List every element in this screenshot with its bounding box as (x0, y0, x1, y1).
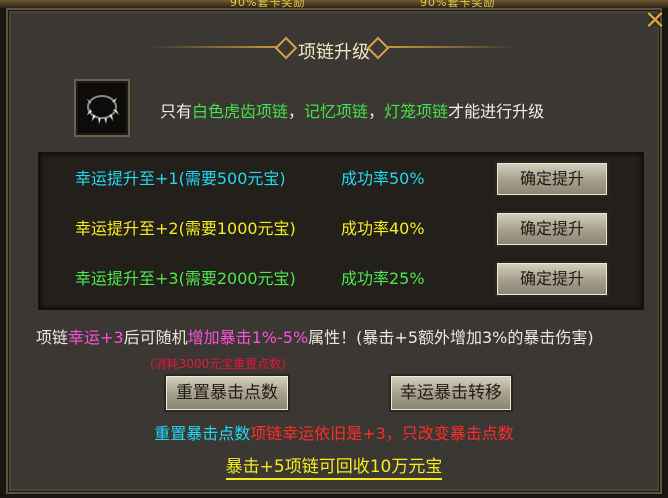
reset-cost-hint: (消耗3000元宝重置点数) (150, 357, 286, 371)
item-slot[interactable] (74, 79, 130, 137)
description-text: 只有白色虎齿项链，记忆项链，灯笼项链才能进行升级 (160, 102, 545, 121)
confirm-upgrade-button[interactable]: 确定提升 (495, 261, 609, 297)
success-rate: 成功率40% (341, 219, 425, 238)
upgrade-options-table: 幸运提升至+1(需要500元宝) 成功率50% 确定提升 幸运提升至+2(需要1… (38, 152, 644, 310)
upgrade-row: 幸运提升至+3(需要2000元宝) 成功率25% 确定提升 (39, 253, 643, 299)
upgrade-label: 幸运提升至+3(需要2000元宝) (75, 269, 296, 288)
reset-crit-points-button[interactable]: 重置暴击点数 (164, 374, 290, 412)
item-name: 记忆项链 (304, 102, 369, 121)
success-rate: 成功率50% (341, 169, 425, 188)
upgrade-row: 幸运提升至+1(需要500元宝) 成功率50% 确定提升 (39, 153, 643, 199)
recycle-link[interactable]: 暴击+5项链可回收10万元宝 (225, 457, 443, 480)
top-strip: 90%套卡奖励 90%套卡奖励 (0, 0, 668, 9)
item-name: 灯笼项链 (384, 102, 449, 121)
upgrade-label: 幸运提升至+1(需要500元宝) (75, 169, 286, 188)
upgrade-row: 幸运提升至+2(需要1000元宝) 成功率40% 确定提升 (39, 203, 643, 249)
crit-info-text: 项链幸运+3后可随机增加暴击1%-5%属性！(暴击+5额外增加3%的暴击伤害) (36, 328, 594, 347)
confirm-upgrade-button[interactable]: 确定提升 (495, 161, 609, 197)
window-title: 项链升级 (298, 42, 370, 63)
upgrade-label: 幸运提升至+2(需要1000元宝) (75, 219, 296, 238)
close-icon[interactable]: ✕ (644, 8, 666, 34)
luck-crit-transfer-button[interactable]: 幸运暴击转移 (389, 374, 513, 412)
success-rate: 成功率25% (341, 269, 425, 288)
item-name: 白色虎齿项链 (192, 102, 289, 121)
reset-note: 重置暴击点数项链幸运依旧是+3，只改变暴击点数 (154, 424, 514, 443)
title-ornament-right (366, 36, 518, 60)
necklace-icon (86, 95, 120, 125)
confirm-upgrade-button[interactable]: 确定提升 (495, 211, 609, 247)
recycle-link-wrap: 暴击+5项链可回收10万元宝 (0, 452, 668, 480)
